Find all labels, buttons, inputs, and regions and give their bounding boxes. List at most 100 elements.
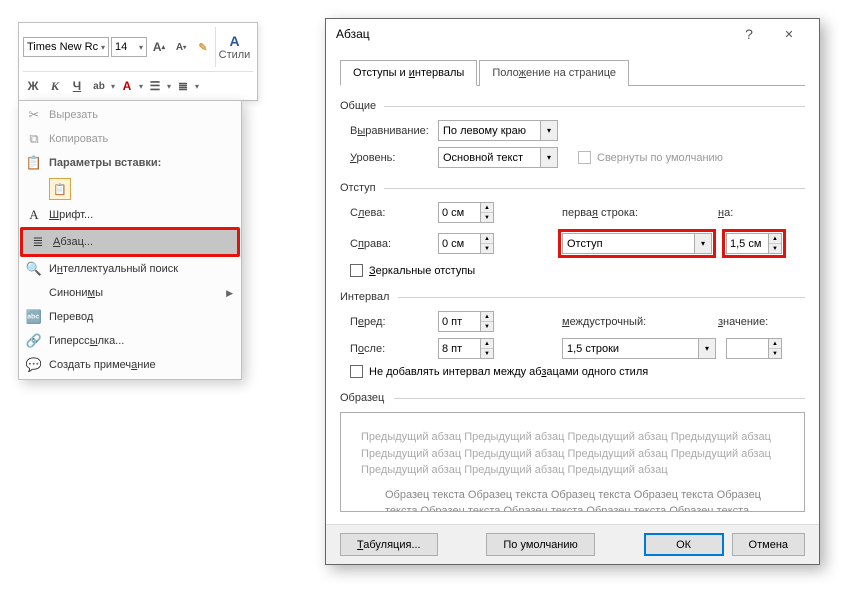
menu-synonyms[interactable]: Синонимы ▶: [19, 281, 241, 305]
spin-down-icon[interactable]: ▼: [769, 349, 781, 358]
cancel-button[interactable]: Отмена: [732, 533, 805, 556]
menu-paragraph[interactable]: ≣ Абзац...: [23, 230, 237, 254]
spin-down-icon[interactable]: ▼: [769, 244, 781, 253]
by-input[interactable]: [726, 233, 768, 254]
after-input[interactable]: [438, 338, 480, 359]
default-button-label: По умолчанию: [503, 539, 577, 551]
indent-left-input[interactable]: [438, 202, 480, 223]
tab-linebreaks[interactable]: Положение на странице: [479, 60, 629, 86]
tab-linebreaks-label: Положение на странице: [492, 67, 616, 79]
by-spinner[interactable]: ▲▼: [726, 233, 782, 254]
indent-right-input[interactable]: [438, 233, 480, 254]
copy-icon: ⧉: [19, 131, 49, 147]
spin-up-icon[interactable]: ▲: [769, 339, 781, 349]
indent-left-spinner[interactable]: ▲▼: [438, 202, 494, 223]
level-label: Уровень:: [350, 152, 438, 164]
help-button[interactable]: ?: [729, 19, 769, 49]
translate-icon: 🔤: [19, 309, 49, 325]
spin-up-icon[interactable]: ▲: [481, 234, 493, 244]
menu-hyperlink-label: Гиперссылка...: [49, 335, 124, 347]
numbering-button[interactable]: ≣: [173, 76, 193, 96]
level-combo[interactable]: Основной текст ▾: [438, 147, 558, 168]
indent-right-label: Справа:: [350, 238, 438, 250]
spin-down-icon[interactable]: ▼: [481, 244, 493, 253]
chevron-down-icon[interactable]: ▾: [111, 82, 115, 91]
font-icon: A: [19, 207, 49, 223]
mirror-checkbox[interactable]: [350, 264, 363, 277]
before-spinner[interactable]: ▲▼: [438, 311, 494, 332]
cancel-button-label: Отмена: [749, 539, 788, 551]
menu-translate-label: Перевод: [49, 311, 93, 323]
menu-translate[interactable]: 🔤 Перевод: [19, 305, 241, 329]
collapsed-checkbox: [578, 151, 591, 164]
menu-copy[interactable]: ⧉ Копировать: [19, 127, 241, 151]
menu-cut[interactable]: ✂ Вырезать: [19, 103, 241, 127]
close-button[interactable]: ✕: [769, 19, 809, 49]
default-button[interactable]: По умолчанию: [486, 533, 594, 556]
spin-up-icon[interactable]: ▲: [481, 312, 493, 322]
menu-synonyms-label: Синонимы: [49, 287, 103, 299]
paste-icon: 📋: [19, 155, 49, 171]
link-icon: 🔗: [19, 333, 49, 349]
level-value: Основной текст: [439, 152, 540, 164]
chevron-down-icon: ▾: [694, 234, 711, 253]
italic-button[interactable]: К: [45, 76, 65, 96]
chevron-down-icon: ▾: [698, 339, 715, 358]
menu-paragraph-label: Абзац...: [53, 236, 93, 248]
chevron-down-icon[interactable]: ▾: [139, 82, 143, 91]
context-menu: ✂ Вырезать ⧉ Копировать 📋 Параметры вста…: [18, 100, 242, 380]
indent-right-spinner[interactable]: ▲▼: [438, 233, 494, 254]
grow-font-button[interactable]: A▴: [149, 37, 169, 57]
chevron-down-icon[interactable]: ▾: [195, 82, 199, 91]
preview-prev-text: Предыдущий абзац Предыдущий абзац Предыд…: [361, 429, 784, 479]
spin-up-icon[interactable]: ▲: [769, 234, 781, 244]
section-preview: Образец: [340, 392, 805, 404]
format-painter-button[interactable]: ✎: [193, 37, 213, 57]
alignment-combo[interactable]: По левому краю ▾: [438, 120, 558, 141]
underline-button[interactable]: Ч: [67, 76, 87, 96]
menu-font[interactable]: A Шрифт...: [19, 203, 241, 227]
font-size-combo[interactable]: 14 ▾: [111, 37, 147, 57]
ok-button[interactable]: ОК: [644, 533, 724, 556]
firstline-combo[interactable]: Отступ ▾: [562, 233, 712, 254]
before-input[interactable]: [438, 311, 480, 332]
menu-paste-header: 📋 Параметры вставки:: [19, 151, 241, 175]
comment-icon: 💬: [19, 357, 49, 373]
paste-option-keep-text[interactable]: 📋: [19, 175, 241, 203]
chevron-down-icon[interactable]: ▾: [167, 82, 171, 91]
styles-button[interactable]: A Стили: [215, 27, 253, 67]
search-icon: 🔍: [19, 261, 49, 277]
spin-down-icon[interactable]: ▼: [481, 349, 493, 358]
bold-button[interactable]: Ж: [23, 76, 43, 96]
font-name-combo[interactable]: Times New Rc ▾: [23, 37, 109, 57]
menu-hyperlink[interactable]: 🔗 Гиперссылка...: [19, 329, 241, 353]
ok-button-label: ОК: [676, 539, 691, 551]
scissors-icon: ✂: [19, 107, 49, 123]
menu-cut-label: Вырезать: [49, 109, 98, 121]
linespacing-combo[interactable]: 1,5 строки ▾: [562, 338, 716, 359]
tab-indents-label: Отступы и интервалы: [353, 67, 464, 79]
tab-indents[interactable]: Отступы и интервалы: [340, 60, 477, 86]
alignment-label: Выравнивание:: [350, 125, 438, 137]
at-spinner[interactable]: ▲▼: [726, 338, 782, 359]
dialog-title: Абзац: [336, 27, 729, 41]
shrink-font-button[interactable]: A▾: [171, 37, 191, 57]
menu-smart-lookup[interactable]: 🔍 Интеллектуальный поиск: [19, 257, 241, 281]
font-color-button[interactable]: A: [117, 76, 137, 96]
dialog-button-bar: Табуляция... По умолчанию ОК Отмена: [326, 524, 819, 564]
spin-up-icon[interactable]: ▲: [481, 339, 493, 349]
after-spinner[interactable]: ▲▼: [438, 338, 494, 359]
dontadd-checkbox[interactable]: [350, 365, 363, 378]
at-input[interactable]: [726, 338, 768, 359]
spin-up-icon[interactable]: ▲: [481, 203, 493, 213]
font-name-value: Times New Rc: [27, 41, 98, 53]
preview-pane: Предыдущий абзац Предыдущий абзац Предыд…: [340, 412, 805, 512]
mini-toolbar: Times New Rc ▾ 14 ▾ A▴ A▾ ✎ A Стили Ж К …: [18, 22, 258, 101]
bullets-button[interactable]: ☰: [145, 76, 165, 96]
highlight-button[interactable]: ab: [89, 76, 109, 96]
mirror-label: Зеркальные отступы: [369, 265, 475, 277]
menu-new-comment[interactable]: 💬 Создать примечание: [19, 353, 241, 377]
tabs-button[interactable]: Табуляция...: [340, 533, 438, 556]
spin-down-icon[interactable]: ▼: [481, 213, 493, 222]
spin-down-icon[interactable]: ▼: [481, 322, 493, 331]
